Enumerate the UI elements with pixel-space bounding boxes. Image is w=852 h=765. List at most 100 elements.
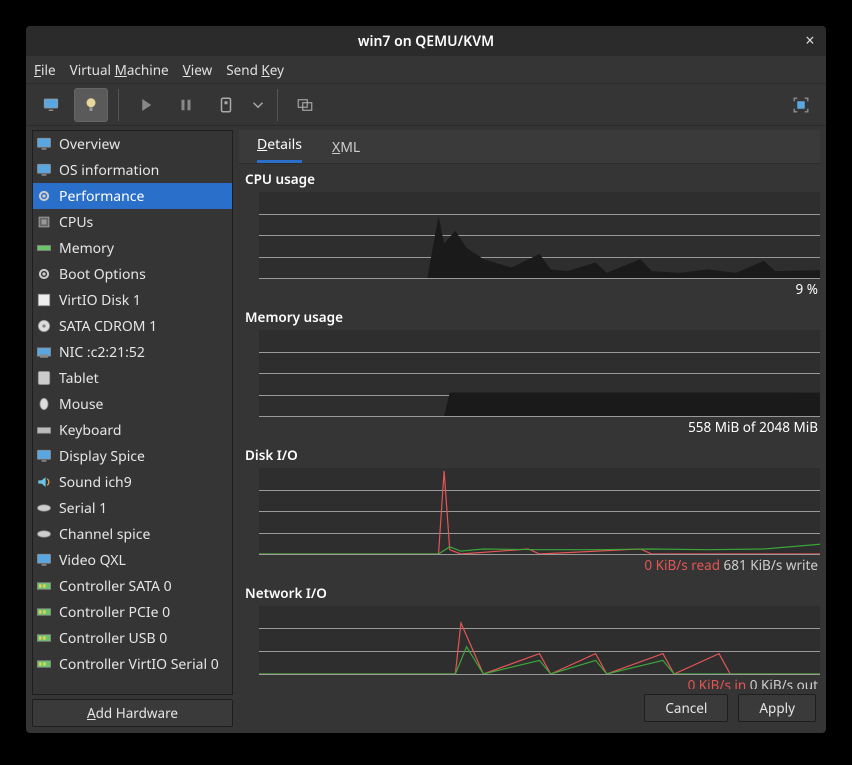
close-button[interactable]: ×: [800, 30, 820, 50]
sidebar-item-mouse[interactable]: Mouse: [33, 391, 232, 417]
sidebar-item-performance[interactable]: Performance: [33, 183, 232, 209]
power-icon: [217, 96, 235, 114]
snapshot-icon: [296, 96, 314, 114]
cdrom-icon: [35, 317, 53, 335]
menu-send-key[interactable]: Send Key: [226, 61, 284, 79]
cpu-graph-block: CPU usage 9 %: [245, 170, 820, 298]
shutdown-button[interactable]: [209, 88, 243, 122]
details-button[interactable]: [74, 88, 108, 122]
chip-icon: [35, 213, 53, 231]
menu-view[interactable]: View: [183, 61, 213, 79]
sidebar-item-serial-1[interactable]: Serial 1: [33, 495, 232, 521]
footer: Cancel Apply: [239, 689, 820, 727]
keyboard-icon: [35, 421, 53, 439]
shutdown-menu-button[interactable]: [249, 88, 267, 122]
net-graph-block: Network I/O 0 KiB/s in 0 KiB/s out: [245, 584, 820, 689]
add-hardware-button[interactable]: Add Hardware: [32, 699, 233, 727]
sidebar: Overview OS information Performance CPUs Mem…: [26, 126, 239, 733]
tab-xml[interactable]: XML: [332, 138, 360, 163]
sidebar-item-label: SATA CDROM 1: [59, 317, 157, 336]
gear-icon: [35, 265, 53, 283]
console-button[interactable]: [34, 88, 68, 122]
menu-file[interactable]: File: [34, 61, 56, 79]
monitor-icon: [42, 96, 60, 114]
sidebar-item-label: Controller PCIe 0: [59, 603, 170, 622]
sidebar-item-keyboard[interactable]: Keyboard: [33, 417, 232, 443]
controller-icon: [35, 577, 53, 595]
play-icon: [137, 96, 155, 114]
memory-graph-block: Memory usage 558 MiB of 2048 MiB: [245, 308, 820, 436]
controller-icon: [35, 629, 53, 647]
sidebar-item-memory[interactable]: Memory: [33, 235, 232, 261]
vm-manager-window: win7 on QEMU/KVM × File Virtual Machine …: [26, 26, 826, 733]
memory-graph-value: 558 MiB of 2048 MiB: [245, 418, 820, 436]
sidebar-item-label: NIC :c2:21:52: [59, 343, 145, 362]
separator: [277, 89, 278, 121]
monitor-icon: [35, 551, 53, 569]
hardware-list[interactable]: Overview OS information Performance CPUs Mem…: [32, 130, 233, 695]
sidebar-item-video-qxl[interactable]: Video QXL: [33, 547, 232, 573]
sidebar-item-label: Memory: [59, 239, 114, 258]
tabs: Details XML: [239, 130, 820, 164]
snapshots-button[interactable]: [288, 88, 322, 122]
sidebar-item-controller-sata-0[interactable]: Controller SATA 0: [33, 573, 232, 599]
sidebar-item-label: Performance: [59, 187, 144, 206]
sidebar-item-label: VirtIO Disk 1: [59, 291, 141, 310]
sidebar-item-controller-usb-0[interactable]: Controller USB 0: [33, 625, 232, 651]
sidebar-item-nic-c2-21-52[interactable]: NIC :c2:21:52: [33, 339, 232, 365]
tab-details[interactable]: Details: [257, 135, 302, 163]
run-button[interactable]: [129, 88, 163, 122]
sidebar-item-label: OS information: [59, 161, 159, 180]
cpu-graph-value: 9 %: [245, 280, 820, 298]
sidebar-item-os-information[interactable]: OS information: [33, 157, 232, 183]
cpu-graph-title: CPU usage: [245, 170, 820, 188]
disk-graph-value: 0 KiB/s read 681 KiB/s write: [245, 556, 820, 574]
tablet-icon: [35, 369, 53, 387]
sidebar-item-label: Video QXL: [59, 551, 126, 570]
sidebar-item-label: Display Spice: [59, 447, 145, 466]
pause-button[interactable]: [169, 88, 203, 122]
menu-virtual-machine[interactable]: Virtual Machine: [70, 61, 169, 79]
toolbar: [26, 84, 826, 126]
sidebar-item-controller-virtio-serial-0[interactable]: Controller VirtIO Serial 0: [33, 651, 232, 677]
ram-icon: [35, 239, 53, 257]
nic-icon: [35, 343, 53, 361]
main-panel: Details XML CPU usage 9 % Memory usage: [239, 126, 826, 733]
mouse-icon: [35, 395, 53, 413]
sidebar-item-controller-pcie-0[interactable]: Controller PCIe 0: [33, 599, 232, 625]
sidebar-item-overview[interactable]: Overview: [33, 131, 232, 157]
sidebar-item-sata-cdrom-1[interactable]: SATA CDROM 1: [33, 313, 232, 339]
sidebar-item-label: Controller SATA 0: [59, 577, 172, 596]
window-title: win7 on QEMU/KVM: [358, 32, 494, 51]
fullscreen-icon: [792, 96, 810, 114]
memory-graph: [259, 330, 820, 416]
monitor-icon: [35, 135, 53, 153]
sidebar-item-cpus[interactable]: CPUs: [33, 209, 232, 235]
sidebar-item-label: Serial 1: [59, 499, 107, 518]
disk-graph: [259, 468, 820, 554]
sidebar-item-label: CPUs: [59, 213, 93, 232]
sidebar-item-label: Controller USB 0: [59, 629, 167, 648]
sidebar-item-display-spice[interactable]: Display Spice: [33, 443, 232, 469]
disk-icon: [35, 291, 53, 309]
sidebar-item-sound-ich9[interactable]: Sound ich9: [33, 469, 232, 495]
sidebar-item-label: Boot Options: [59, 265, 146, 284]
memory-graph-title: Memory usage: [245, 308, 820, 326]
content-area: Overview OS information Performance CPUs Mem…: [26, 126, 826, 733]
controller-icon: [35, 603, 53, 621]
sidebar-item-boot-options[interactable]: Boot Options: [33, 261, 232, 287]
sound-icon: [35, 473, 53, 491]
sidebar-item-label: Keyboard: [59, 421, 121, 440]
disk-graph-title: Disk I/O: [245, 446, 820, 464]
fullscreen-button[interactable]: [784, 88, 818, 122]
apply-button[interactable]: Apply: [738, 694, 816, 722]
sidebar-item-tablet[interactable]: Tablet: [33, 365, 232, 391]
sidebar-item-virtio-disk-1[interactable]: VirtIO Disk 1: [33, 287, 232, 313]
sidebar-item-channel-spice[interactable]: Channel spice: [33, 521, 232, 547]
cancel-button[interactable]: Cancel: [644, 694, 728, 722]
chevron-down-icon: [249, 96, 267, 114]
gear-icon: [35, 187, 53, 205]
sidebar-item-label: Mouse: [59, 395, 103, 414]
net-graph: [259, 606, 820, 674]
serial-icon: [35, 525, 53, 543]
